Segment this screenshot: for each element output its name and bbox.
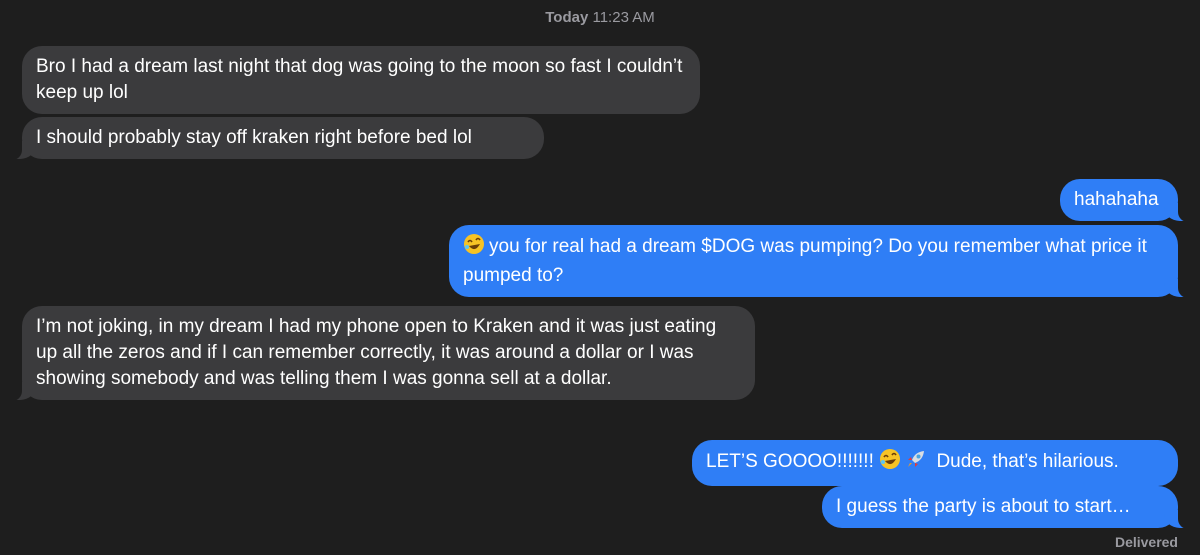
- message-text: I guess the party is about to start…: [836, 496, 1131, 517]
- rofl-emoji-icon: [463, 233, 485, 263]
- message-bubble-outgoing[interactable]: LET’S GOOOO!!!!!!! Dude, that’s hilariou…: [692, 440, 1178, 486]
- timestamp-time: 11:23 AM: [592, 9, 655, 26]
- message-bubble-incoming[interactable]: I should probably stay off kraken right …: [12, 117, 544, 160]
- message-bubble-incoming[interactable]: I’m not joking, in my dream I had my pho…: [12, 306, 755, 401]
- message-text: Dude, that’s hilarious.: [936, 451, 1119, 472]
- message-bubble-outgoing[interactable]: I guess the party is about to start…: [822, 486, 1188, 529]
- rofl-emoji-icon: [879, 448, 901, 478]
- message-bubble-outgoing[interactable]: you for real had a dream $DOG was pumpin…: [449, 225, 1188, 298]
- message-text: you for real had a dream $DOG was pumpin…: [463, 236, 1147, 286]
- message-bubble-outgoing[interactable]: hahahaha: [1060, 179, 1188, 222]
- message-text: LET’S GOOOO!!!!!!!: [706, 451, 874, 472]
- message-text: I’m not joking, in my dream I had my pho…: [36, 316, 717, 389]
- timestamp-day: Today: [545, 9, 589, 26]
- message-bubble-incoming[interactable]: Bro I had a dream last night that dog wa…: [22, 46, 700, 114]
- delivered-status: Delivered: [1114, 534, 1178, 550]
- message-text: Bro I had a dream last night that dog wa…: [36, 56, 683, 103]
- message-text: hahahaha: [1074, 189, 1159, 210]
- conversation-timestamp: Today 11:23 AM: [0, 9, 1200, 26]
- message-text: I should probably stay off kraken right …: [36, 127, 472, 148]
- rocket-emoji-icon: [905, 448, 927, 478]
